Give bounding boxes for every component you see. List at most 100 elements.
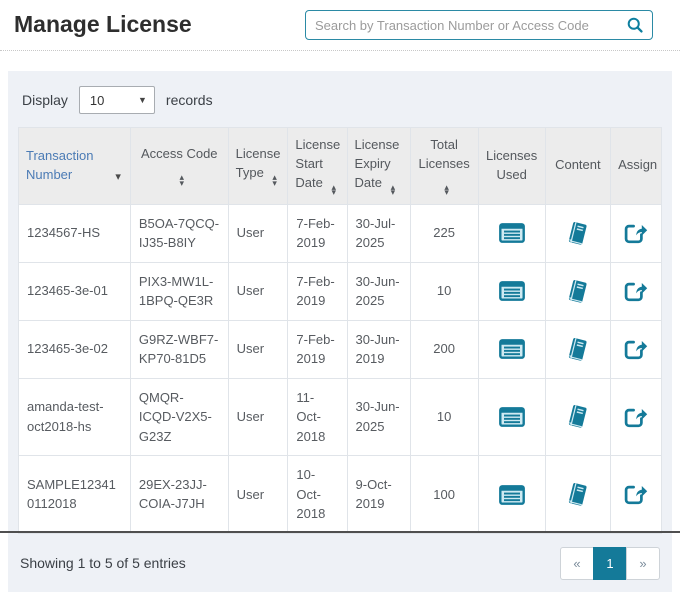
column-header-license-start-date[interactable]: License Start Date ▴▾: [288, 128, 347, 205]
licenses-used-cell: [478, 262, 545, 320]
license-type-value: User: [237, 225, 264, 240]
total-licenses-cell: 225: [410, 204, 478, 262]
license-expiry-date-value: 30-Jul-2025: [356, 216, 396, 251]
license-type-value: User: [237, 409, 264, 424]
records-label: records: [166, 92, 213, 108]
transaction-number-cell: 1234567-HS: [19, 204, 131, 262]
assign-share-icon[interactable]: [624, 222, 648, 244]
license-table: Transaction Number ▾ Access Code ▴▾ Lice…: [18, 127, 662, 534]
column-header-assign: Assign: [611, 128, 662, 205]
content-cell: [545, 262, 611, 320]
records-select-wrap: 10 ▼: [79, 86, 155, 114]
pagination: « 1 »: [560, 547, 660, 580]
search-icon: [626, 16, 644, 34]
content-cell: [545, 456, 611, 534]
license-type-cell: User: [228, 204, 288, 262]
search-button[interactable]: [624, 16, 652, 34]
total-licenses-cell: 10: [410, 262, 478, 320]
license-start-date-value: 7-Feb-2019: [296, 332, 334, 367]
column-header-content: Content: [545, 128, 611, 205]
records-per-page-select[interactable]: 10: [79, 86, 155, 114]
total-licenses-value: 225: [433, 225, 455, 240]
licenses-used-list-icon[interactable]: [499, 223, 525, 243]
pagination-next-button[interactable]: »: [626, 547, 660, 580]
total-licenses-value: 10: [437, 409, 451, 424]
search-box: [305, 10, 653, 40]
licenses-used-list-icon[interactable]: [499, 407, 525, 427]
assign-share-icon[interactable]: [624, 280, 648, 302]
sort-icon: ▴▾: [332, 185, 337, 196]
license-start-date-value: 7-Feb-2019: [296, 274, 334, 309]
content-book-icon[interactable]: [566, 337, 589, 362]
table-row: 1234567-HS B5OA-7QCQ-IJ35-B8IY User 7-Fe…: [19, 204, 662, 262]
sort-icon: ▴▾: [179, 175, 184, 186]
column-header-license-expiry-date[interactable]: License Expiry Date ▴▾: [347, 128, 410, 205]
license-start-date-cell: 7-Feb-2019: [288, 204, 347, 262]
license-expiry-date-cell: 30-Jun-2019: [347, 320, 410, 378]
content-cell: [545, 320, 611, 378]
column-header-licenses-used: Licenses Used: [478, 128, 545, 205]
licenses-used-list-icon[interactable]: [499, 339, 525, 359]
page-header: Manage License: [0, 0, 680, 51]
license-expiry-date-value: 30-Jun-2019: [356, 332, 400, 367]
table-row: amanda-test-oct2018-hs QMQR-ICQD-V2X5-G2…: [19, 378, 662, 456]
license-type-value: User: [237, 341, 264, 356]
assign-share-icon[interactable]: [624, 483, 648, 505]
search-input[interactable]: [306, 18, 624, 33]
license-start-date-cell: 10-Oct-2018: [288, 456, 347, 534]
content-cell: [545, 204, 611, 262]
table-body: 1234567-HS B5OA-7QCQ-IJ35-B8IY User 7-Fe…: [19, 204, 662, 533]
display-label: Display: [22, 92, 68, 108]
license-expiry-date-cell: 30-Jun-2025: [347, 378, 410, 456]
display-records-control: Display 10 ▼ records: [18, 81, 662, 127]
transaction-number-value: 123465-3e-02: [27, 341, 108, 356]
column-header-access-code[interactable]: Access Code ▴▾: [130, 128, 228, 205]
licenses-used-cell: [478, 378, 545, 456]
access-code-cell: G9RZ-WBF7-KP70-81D5: [130, 320, 228, 378]
pagination-page-1-button[interactable]: 1: [593, 547, 627, 580]
license-expiry-date-value: 30-Jun-2025: [356, 274, 400, 309]
entries-summary: Showing 1 to 5 of 5 entries: [20, 555, 186, 571]
total-licenses-cell: 10: [410, 378, 478, 456]
table-footer: Showing 1 to 5 of 5 entries « 1 »: [18, 534, 662, 580]
license-start-date-value: 7-Feb-2019: [296, 216, 334, 251]
assign-cell: [611, 456, 662, 534]
transaction-number-cell: amanda-test-oct2018-hs: [19, 378, 131, 456]
pagination-prev-button[interactable]: «: [560, 547, 594, 580]
table-header-row: Transaction Number ▾ Access Code ▴▾ Lice…: [19, 128, 662, 205]
table-row: 123465-3e-01 PIX3-MW1L-1BPQ-QE3R User 7-…: [19, 262, 662, 320]
access-code-value: B5OA-7QCQ-IJ35-B8IY: [139, 216, 219, 251]
content-book-icon[interactable]: [566, 482, 589, 507]
transaction-number-value: SAMPLE123410112018: [27, 477, 116, 512]
license-start-date-value: 11-Oct-2018: [296, 390, 325, 444]
licenses-used-list-icon[interactable]: [499, 281, 525, 301]
total-licenses-value: 100: [433, 487, 455, 502]
sort-icon: ▴▾: [391, 185, 396, 196]
assign-share-icon[interactable]: [624, 406, 648, 428]
column-header-license-type[interactable]: License Type ▴▾: [228, 128, 288, 205]
column-header-transaction-number[interactable]: Transaction Number ▾: [19, 128, 131, 205]
license-start-date-cell: 7-Feb-2019: [288, 320, 347, 378]
access-code-cell: 29EX-23JJ-COIA-J7JH: [130, 456, 228, 534]
license-start-date-value: 10-Oct-2018: [296, 467, 325, 521]
access-code-cell: QMQR-ICQD-V2X5-G23Z: [130, 378, 228, 456]
license-start-date-cell: 11-Oct-2018: [288, 378, 347, 456]
license-type-value: User: [237, 487, 264, 502]
licenses-used-list-icon[interactable]: [499, 485, 525, 505]
sort-icon: ▴▾: [444, 185, 449, 196]
total-licenses-cell: 200: [410, 320, 478, 378]
content-book-icon[interactable]: [566, 404, 589, 429]
sort-icon: ▴▾: [272, 175, 277, 186]
column-header-total-licenses[interactable]: Total Licenses ▴▾: [410, 128, 478, 205]
transaction-number-cell: 123465-3e-01: [19, 262, 131, 320]
license-expiry-date-value: 30-Jun-2025: [356, 399, 400, 434]
license-expiry-date-cell: 30-Jun-2025: [347, 262, 410, 320]
access-code-cell: PIX3-MW1L-1BPQ-QE3R: [130, 262, 228, 320]
assign-share-icon[interactable]: [624, 338, 648, 360]
content-book-icon[interactable]: [566, 279, 589, 304]
transaction-number-cell: 123465-3e-02: [19, 320, 131, 378]
assign-cell: [611, 378, 662, 456]
table-row: SAMPLE123410112018 29EX-23JJ-COIA-J7JH U…: [19, 456, 662, 534]
license-expiry-date-cell: 9-Oct-2019: [347, 456, 410, 534]
content-book-icon[interactable]: [566, 221, 589, 246]
